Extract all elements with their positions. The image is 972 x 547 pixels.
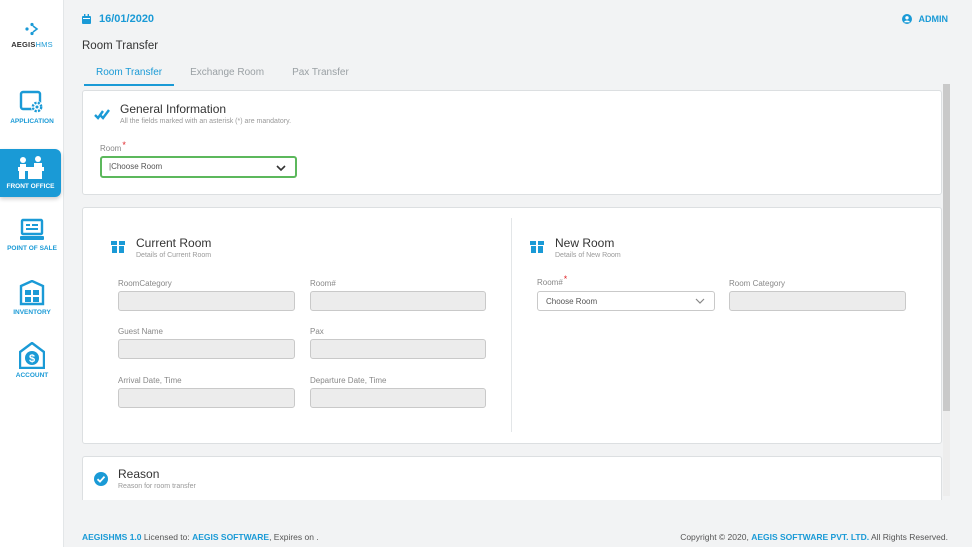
sidebar-item-front-office[interactable]: FRONT OFFICE — [0, 149, 61, 197]
reason-title: Reason — [118, 467, 160, 481]
user-name: ADMIN — [918, 14, 949, 24]
svg-text:$: $ — [29, 353, 35, 365]
aegis-logo-icon — [25, 22, 39, 36]
new-room-select[interactable]: Choose Room — [537, 291, 715, 311]
application-gear-icon — [19, 90, 43, 113]
sidebar-item-point-of-sale[interactable]: POINT OF SALE — [0, 218, 64, 252]
reason-card: Reason Reason for room transfer — [82, 456, 942, 500]
room-category-label: RoomCategory — [118, 279, 172, 288]
tab-room-transfer[interactable]: Room Transfer — [84, 65, 175, 86]
footer-company[interactable]: AEGIS SOFTWARE PVT. LTD. — [751, 532, 869, 542]
guest-name-field — [118, 339, 295, 359]
footer-version: AEGISHMS 1.0 — [82, 532, 142, 542]
required-asterisk: * — [563, 274, 568, 284]
new-room-category-field — [729, 291, 906, 311]
pax-label: Pax — [310, 327, 324, 336]
footer-copyright: Copyright © 2020, AEGIS SOFTWARE PVT. LT… — [680, 532, 948, 542]
chevron-down-icon — [276, 165, 286, 172]
page-title: Room Transfer — [82, 40, 159, 52]
room-label: Room* — [100, 140, 126, 153]
tab-bar: Room Transfer Exchange Room Pax Transfer — [84, 65, 361, 86]
new-room-number-label: Room#* — [537, 274, 568, 287]
column-divider — [511, 218, 512, 432]
new-room-category-label: Room Category — [729, 279, 786, 288]
general-information-subtitle: All the fields marked with an asterisk (… — [120, 118, 292, 125]
new-room-select-value: Choose Room — [546, 297, 598, 306]
front-office-reception-icon — [17, 156, 44, 179]
general-information-header: General Information All the fields marke… — [94, 102, 291, 125]
guest-name-label: Guest Name — [118, 327, 163, 336]
current-date: 16/01/2020 — [82, 13, 154, 25]
current-room-header: Current Room Details of Current Room — [110, 236, 211, 259]
room-number-field — [310, 291, 486, 311]
date-text: 16/01/2020 — [99, 13, 155, 25]
user-circle-icon — [901, 14, 912, 24]
sidebar-item-account[interactable]: $ ACCOUNT — [0, 342, 64, 379]
sidebar-item-application[interactable]: APPLICATION — [0, 89, 64, 125]
reason-header: Reason Reason for room transfer — [94, 467, 196, 490]
scrollbar[interactable] — [943, 84, 950, 496]
current-room-subtitle: Details of Current Room — [136, 252, 212, 259]
room-number-label: Room# — [310, 279, 336, 288]
required-asterisk: * — [122, 140, 126, 150]
sidebar: AEGISHMS APPLICATION FRONT OFFICE POINT … — [0, 0, 64, 547]
room-select[interactable]: |Choose Room — [100, 156, 297, 178]
departure-field — [310, 388, 486, 408]
logo-text: AEGISHMS — [11, 40, 53, 49]
sidebar-item-inventory[interactable]: INVENTORY — [0, 280, 64, 316]
new-room-subtitle: Details of New Room — [555, 252, 621, 259]
scrollbar-thumb[interactable] — [943, 84, 950, 411]
calendar-icon — [82, 14, 91, 24]
tab-pax-transfer[interactable]: Pax Transfer — [280, 65, 361, 86]
footer-license: AEGISHMS 1.0 Licensed to: AEGIS SOFTWARE… — [82, 532, 319, 542]
room-select-value: |Choose Room — [109, 162, 163, 171]
point-of-sale-icon — [20, 218, 44, 240]
new-room-title: New Room — [555, 236, 615, 250]
general-information-title: General Information — [120, 102, 227, 116]
new-room-header: New Room Details of New Room — [529, 236, 621, 259]
departure-label: Departure Date, Time — [310, 376, 387, 385]
chevron-down-icon — [695, 298, 705, 304]
reason-subtitle: Reason for room transfer — [118, 483, 196, 490]
account-dollar-icon: $ — [19, 342, 45, 369]
check-circle-icon — [94, 472, 108, 486]
general-information-card: General Information All the fields marke… — [82, 90, 942, 195]
double-check-icon — [94, 109, 110, 120]
room-category-field — [118, 291, 295, 311]
box-icon — [530, 241, 544, 253]
app-logo[interactable]: AEGISHMS — [0, 22, 64, 49]
pax-field — [310, 339, 486, 359]
box-icon — [111, 241, 125, 253]
arrival-field — [118, 388, 295, 408]
arrival-label: Arrival Date, Time — [118, 376, 182, 385]
user-menu[interactable]: ADMIN — [901, 14, 949, 24]
current-room-title: Current Room — [136, 236, 212, 250]
inventory-icon — [19, 280, 45, 306]
footer-licensee[interactable]: AEGIS SOFTWARE — [192, 532, 269, 542]
tab-exchange-room[interactable]: Exchange Room — [178, 65, 276, 86]
